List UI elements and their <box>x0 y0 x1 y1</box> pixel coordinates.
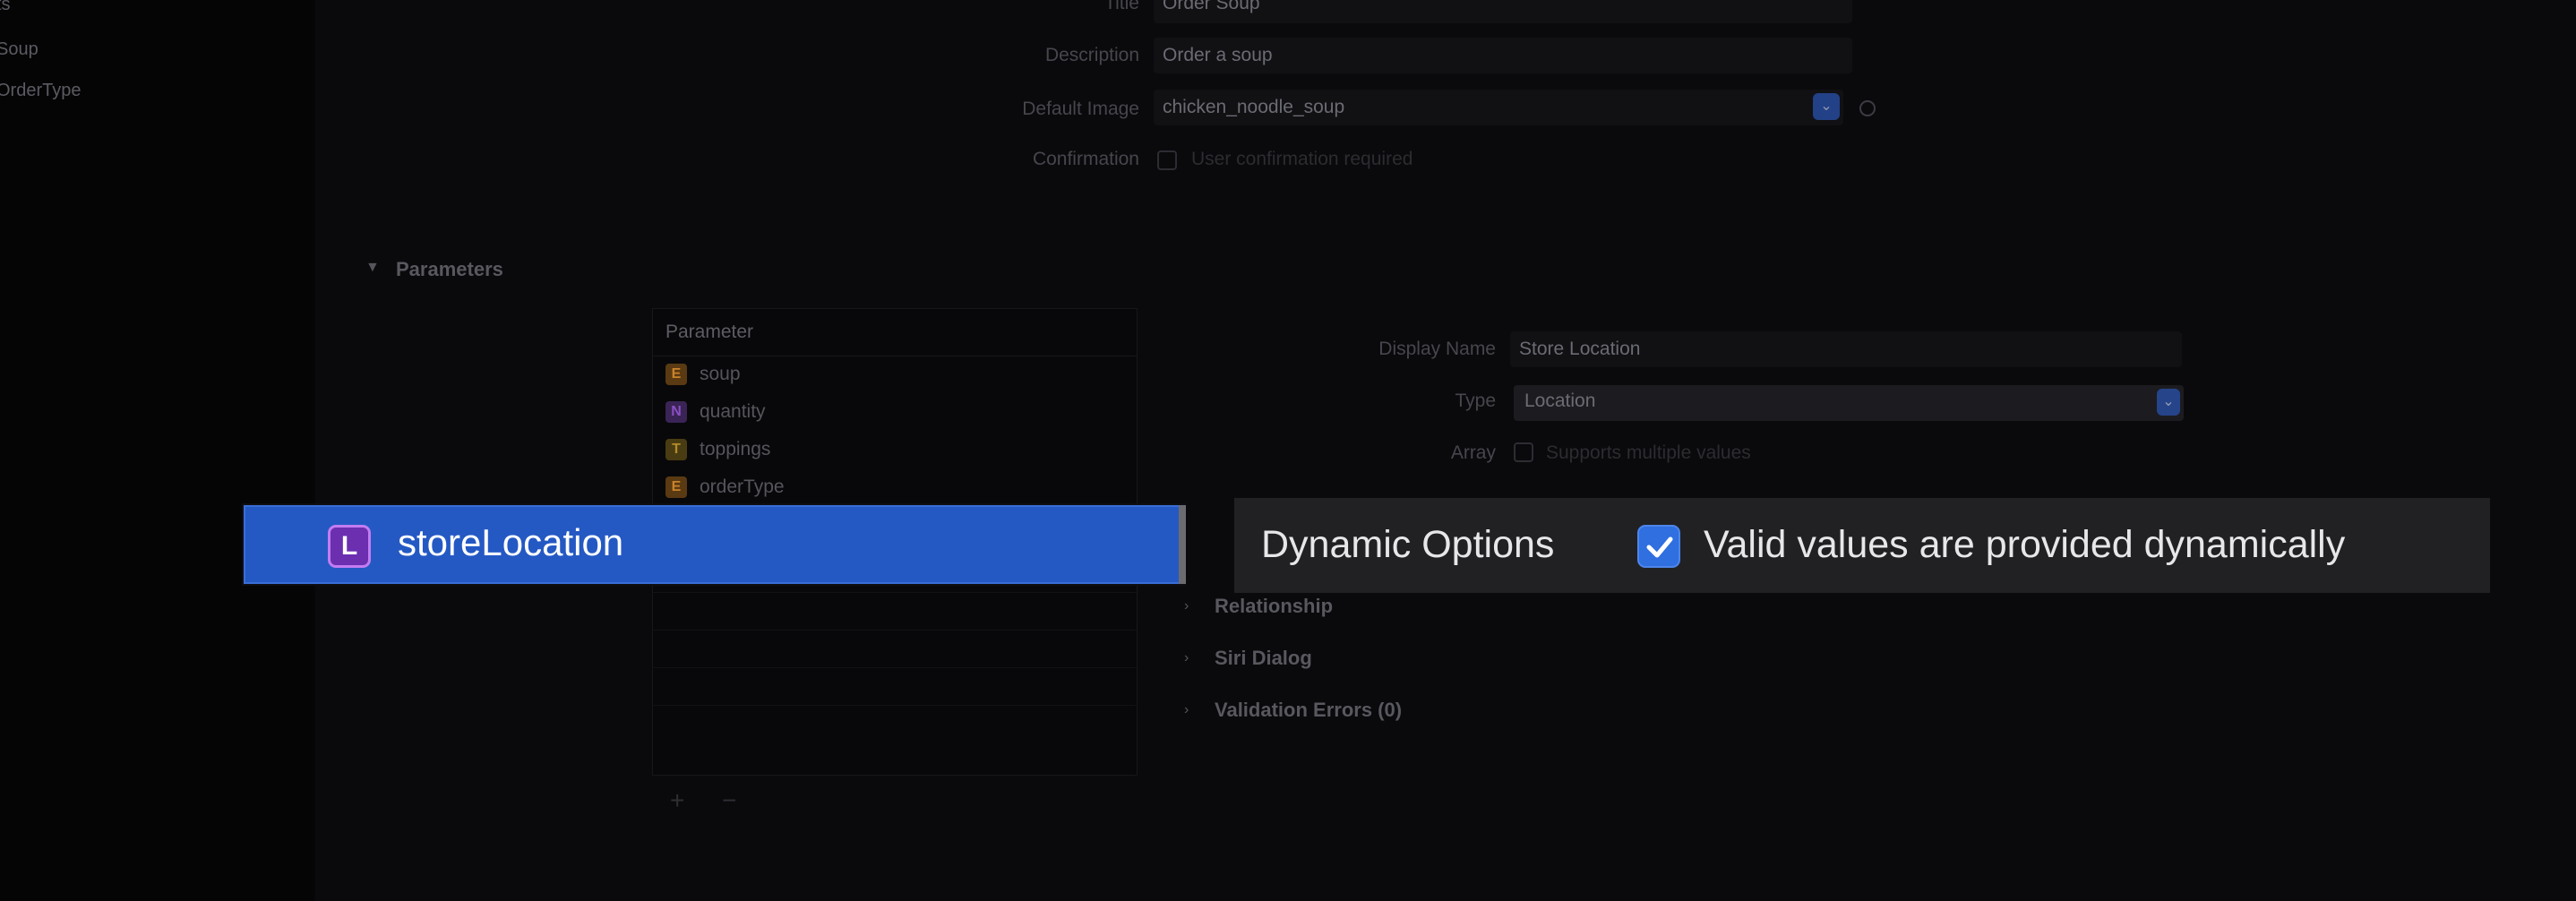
parameter-column-header: Parameter <box>665 322 754 342</box>
dynamic-options-label: Dynamic Options <box>1261 523 1555 566</box>
text-badge-icon: T <box>665 439 687 460</box>
enum-badge-icon: E <box>665 476 687 498</box>
default-image-label: Default Image <box>1022 99 1139 119</box>
parameters-section-title: Parameters <box>396 258 503 280</box>
array-checkbox-label: Supports multiple values <box>1546 442 1751 463</box>
title-field[interactable]: Order Soup <box>1163 0 1260 14</box>
title-label: Title <box>1104 0 1139 13</box>
disclosure-triangle-icon[interactable]: ▼ <box>365 260 380 276</box>
checkmark-icon <box>1646 536 1673 558</box>
dynamic-options-checkbox-label: Valid values are provided dynamically <box>1704 523 2346 566</box>
minus-icon[interactable]: − <box>722 786 736 815</box>
parameter-row-quantity[interactable]: N quantity <box>665 397 766 427</box>
parameter-row-ordertype[interactable]: E orderType <box>665 472 785 502</box>
sidebar-item-ordertype[interactable]: OrderType <box>0 81 81 101</box>
row-divider <box>653 592 1137 593</box>
chevron-updown-icon[interactable]: ⌄ <box>2157 389 2180 416</box>
dynamic-options-row: Dynamic Options Valid values are provide… <box>1234 498 2490 593</box>
disclosure-triangle-icon[interactable]: › <box>1184 650 1189 666</box>
type-label: Type <box>1455 390 1496 411</box>
sidebar-item[interactable]: ts <box>0 0 11 15</box>
location-badge-icon: L <box>328 525 371 568</box>
parameter-name: quantity <box>700 401 766 422</box>
parameter-name: storeLocation <box>398 521 624 563</box>
row-divider <box>653 630 1137 631</box>
confirmation-checkbox[interactable] <box>1157 150 1177 170</box>
number-badge-icon: N <box>665 401 687 423</box>
relationship-section-title[interactable]: Relationship <box>1215 595 1333 618</box>
array-label: Array <box>1450 442 1496 463</box>
default-image-select[interactable]: chicken_noodle_soup <box>1163 97 1344 118</box>
parameter-name: soup <box>700 364 741 384</box>
enum-badge-icon: E <box>665 364 687 385</box>
sidebar: ts Soup OrderType <box>0 0 313 901</box>
parameter-name: orderType <box>700 476 785 497</box>
type-select-bg <box>1514 385 2184 421</box>
chevron-updown-icon[interactable]: ⌄ <box>1813 93 1840 120</box>
siri-dialog-section-title[interactable]: Siri Dialog <box>1215 647 1312 670</box>
sidebar-item-soup[interactable]: Soup <box>0 39 39 60</box>
confirmation-checkbox-label: User confirmation required <box>1191 149 1413 169</box>
plus-icon[interactable]: + <box>670 786 684 815</box>
row-divider <box>653 705 1137 706</box>
row-divider <box>653 667 1137 668</box>
type-select[interactable]: Location <box>1524 390 1595 412</box>
selection-edge <box>1179 505 1186 584</box>
validation-errors-section-title[interactable]: Validation Errors (0) <box>1215 699 1402 722</box>
disclosure-triangle-icon[interactable]: › <box>1184 702 1189 718</box>
parameter-row-soup[interactable]: E soup <box>665 359 741 390</box>
description-field[interactable]: Order a soup <box>1163 45 1273 66</box>
info-icon[interactable] <box>1859 100 1876 116</box>
display-name-label: Display Name <box>1378 339 1496 359</box>
parameter-name: toppings <box>700 439 771 459</box>
confirmation-label: Confirmation <box>1032 149 1139 169</box>
disclosure-triangle-icon[interactable]: › <box>1184 598 1189 614</box>
description-label: Description <box>1044 45 1139 65</box>
dynamic-options-checkbox[interactable] <box>1637 525 1680 568</box>
parameter-row-toppings[interactable]: T toppings <box>665 434 770 465</box>
parameter-row-storelocation[interactable]: L storeLocation <box>244 505 1184 584</box>
array-checkbox[interactable] <box>1514 442 1533 462</box>
display-name-field[interactable]: Store Location <box>1519 339 1640 360</box>
